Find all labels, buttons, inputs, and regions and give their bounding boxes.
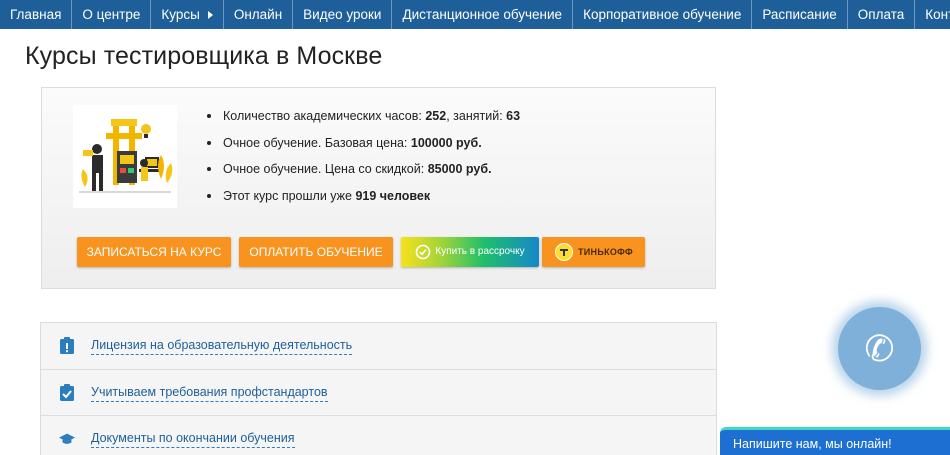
fact-graduates: Этот курс прошли уже 919 человек: [207, 186, 520, 213]
list-item: Учитываем требования профстандартов: [41, 370, 716, 416]
phone-icon: ✆: [864, 327, 895, 369]
callback-phone-button[interactable]: ✆: [838, 307, 921, 390]
nav-item-online[interactable]: Онлайн: [224, 0, 294, 29]
nav-item-label: Видео уроки: [303, 6, 382, 22]
professional-standards-link[interactable]: Учитываем требования профстандартов: [91, 385, 328, 402]
installment-button[interactable]: Купить в рассрочку: [401, 237, 539, 267]
fact-discount-price: Очное обучение. Цена со скидкой: 85000 р…: [207, 159, 520, 186]
nav-item-payment[interactable]: Оплата: [848, 0, 916, 29]
caret-right-icon: [207, 10, 213, 19]
nav-item-label: О центре: [82, 6, 141, 22]
tinkoff-button[interactable]: ТИНЬКОФФ: [542, 237, 645, 267]
list-item: Лицензия на образовательную деятельность: [41, 323, 716, 370]
course-card: Количество академических часов: 252, зан…: [41, 87, 716, 289]
nav-item-schedule[interactable]: Расписание: [752, 0, 848, 29]
clipboard-alert-icon: [60, 337, 74, 354]
nav-item-label: Оплата: [857, 6, 905, 22]
fact-hours: Количество академических часов: 252, зан…: [207, 106, 520, 133]
license-link[interactable]: Лицензия на образовательную деятельность: [91, 338, 353, 355]
nav-item-label: Корпоративное обучение: [583, 6, 742, 22]
online-chat-button[interactable]: Напишите нам, мы онлайн!: [720, 427, 950, 455]
nav-item-label: Главная: [10, 6, 62, 22]
installment-label: Купить в рассрочку: [435, 246, 525, 257]
nav-item-label: Онлайн: [233, 6, 283, 22]
enroll-button[interactable]: ЗАПИСАТЬСЯ НА КУРС: [77, 237, 231, 267]
nav-item-video-lessons[interactable]: Видео уроки: [293, 0, 393, 29]
top-navigation: Главная О центре Курсы Онлайн Видео урок…: [0, 0, 950, 29]
nav-item-label: Расписание: [762, 6, 837, 22]
pay-button[interactable]: ОПЛАТИТЬ ОБУЧЕНИЕ: [239, 237, 393, 267]
info-list: Лицензия на образовательную деятельность…: [40, 322, 717, 455]
course-facts-list: Количество академических часов: 252, зан…: [207, 106, 520, 212]
nav-item-home[interactable]: Главная: [0, 0, 73, 29]
documents-link[interactable]: Документы по окончании обучения: [91, 431, 295, 448]
fact-base-price: Очное обучение. Базовая цена: 100000 руб…: [207, 133, 520, 160]
nav-item-distance-learning[interactable]: Дистанционное обучение: [392, 0, 574, 29]
list-item: Документы по окончании обучения: [41, 416, 716, 455]
nav-item-label: Дистанционное обучение: [402, 6, 563, 22]
checkmark-circle-icon: [416, 244, 431, 260]
graduation-cap-icon: [59, 433, 75, 444]
nav-item-label: Контакты: [925, 6, 950, 22]
nav-item-contacts[interactable]: Контакты: [915, 0, 950, 29]
tinkoff-logo-icon: [554, 243, 573, 261]
page-title: Курсы тестировщика в Москве: [25, 42, 383, 70]
nav-item-about[interactable]: О центре: [72, 0, 152, 29]
nav-item-corporate-training[interactable]: Корпоративное обучение: [573, 0, 753, 29]
course-illustration: [73, 105, 177, 208]
nav-item-label: Курсы: [161, 6, 200, 22]
nav-item-courses[interactable]: Курсы: [151, 0, 224, 29]
tinkoff-label: ТИНЬКОФФ: [577, 247, 634, 257]
clipboard-check-icon: [60, 383, 74, 401]
